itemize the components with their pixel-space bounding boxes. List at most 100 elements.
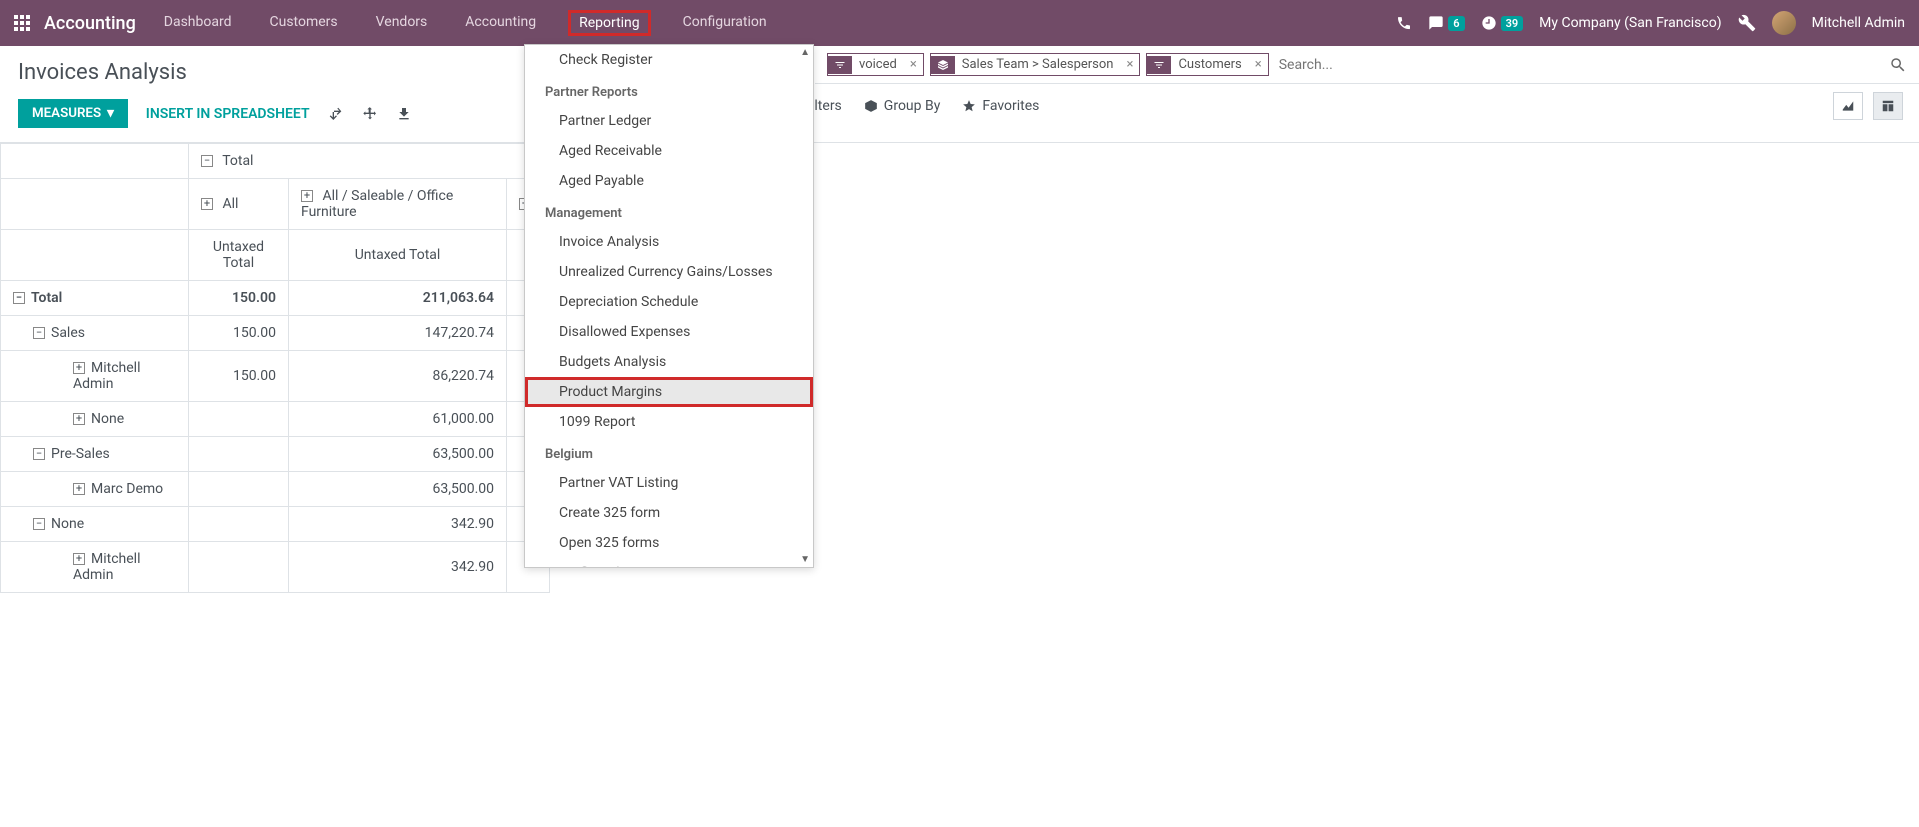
expand-icon[interactable]: + bbox=[73, 483, 85, 495]
dropdown-item[interactable]: Budgets Analysis bbox=[525, 347, 813, 377]
cell-value bbox=[189, 402, 289, 437]
collapse-icon[interactable]: − bbox=[13, 292, 25, 304]
filter-bar: ilters Group By Favorites bbox=[795, 84, 1919, 128]
flip-axis-icon[interactable] bbox=[328, 105, 344, 121]
cell-value: 211,063.64 bbox=[289, 281, 507, 316]
search-chip[interactable]: voiced× bbox=[827, 53, 924, 76]
collapse-icon[interactable]: − bbox=[33, 518, 45, 530]
insert-spreadsheet-button[interactable]: INSERT IN SPREADSHEET bbox=[146, 106, 310, 122]
chip-remove[interactable]: × bbox=[904, 57, 923, 72]
row-header[interactable]: −None bbox=[1, 507, 189, 542]
filters-button[interactable]: ilters bbox=[811, 98, 842, 114]
caret-down-icon: ▾ bbox=[107, 106, 114, 121]
cell-value bbox=[189, 472, 289, 507]
table-row: +None 61,000.00 bbox=[1, 402, 550, 437]
apps-grid-icon[interactable] bbox=[14, 15, 30, 31]
dropdown-item[interactable]: Check Register bbox=[525, 45, 813, 75]
expand-icon[interactable]: + bbox=[73, 413, 85, 425]
menu-dashboard[interactable]: Dashboard bbox=[158, 10, 238, 36]
menu-configuration[interactable]: Configuration bbox=[677, 10, 773, 36]
app-brand[interactable]: Accounting bbox=[44, 13, 136, 34]
chip-text: Customers bbox=[1171, 54, 1248, 75]
row-header[interactable]: −Total bbox=[1, 281, 189, 316]
table-row: +Mitchell Admin342.90 bbox=[1, 542, 550, 593]
row-header[interactable]: +Marc Demo bbox=[1, 472, 189, 507]
company-switcher[interactable]: My Company (San Francisco) bbox=[1539, 15, 1721, 31]
dropdown-item[interactable]: Unrealized Currency Gains/Losses bbox=[525, 257, 813, 287]
cell-value: 150.00 bbox=[189, 316, 289, 351]
filter-icon bbox=[1147, 56, 1171, 74]
graph-view-icon[interactable] bbox=[1833, 92, 1863, 120]
table-row: +Mitchell Admin150.0086,220.74 bbox=[1, 351, 550, 402]
row-header[interactable]: +None bbox=[1, 402, 189, 437]
chip-remove[interactable]: × bbox=[1121, 57, 1140, 72]
cell-value: 61,000.00 bbox=[289, 402, 507, 437]
cell-value: 150.00 bbox=[189, 351, 289, 402]
phone-icon[interactable] bbox=[1396, 15, 1412, 31]
dropdown-item[interactable]: 1099 Report bbox=[525, 407, 813, 437]
activities-badge: 39 bbox=[1501, 16, 1524, 31]
table-row: −None 342.90 bbox=[1, 507, 550, 542]
dropdown-item[interactable]: Partner Ledger bbox=[525, 106, 813, 136]
expand-icon[interactable]: + bbox=[201, 198, 213, 210]
row-header[interactable]: −Pre-Sales bbox=[1, 437, 189, 472]
dropdown-item[interactable]: Open 325 forms bbox=[525, 528, 813, 558]
dropdown-item[interactable]: Aged Payable bbox=[525, 166, 813, 196]
col-header[interactable]: All bbox=[222, 196, 238, 212]
row-header[interactable]: +Mitchell Admin bbox=[1, 351, 189, 402]
filter-icon bbox=[828, 56, 852, 74]
row-header[interactable]: +Mitchell Admin bbox=[1, 542, 189, 593]
scroll-up-arrow[interactable]: ▲ bbox=[800, 47, 810, 58]
favorites-button[interactable]: Favorites bbox=[962, 98, 1039, 114]
user-name[interactable]: Mitchell Admin bbox=[1812, 15, 1905, 31]
dropdown-item[interactable]: Invoice Analysis bbox=[525, 227, 813, 257]
dropdown-item[interactable]: Disallowed Expenses bbox=[525, 317, 813, 347]
cell-value: 342.90 bbox=[289, 507, 507, 542]
menu-vendors[interactable]: Vendors bbox=[370, 10, 434, 36]
search-chip[interactable]: Customers× bbox=[1146, 53, 1268, 76]
cell-value: 63,500.00 bbox=[289, 437, 507, 472]
table-row: −Total150.00211,063.64 bbox=[1, 281, 550, 316]
cell-value bbox=[189, 437, 289, 472]
pivot-view-icon[interactable] bbox=[1873, 92, 1903, 120]
sub-header: Untaxed Total bbox=[189, 230, 289, 281]
dropdown-section-header: Belgium bbox=[525, 437, 813, 468]
collapse-icon[interactable]: − bbox=[33, 327, 45, 339]
menu-reporting[interactable]: Reporting bbox=[568, 10, 651, 36]
cell-value bbox=[189, 507, 289, 542]
groupby-button[interactable]: Group By bbox=[864, 98, 941, 114]
col-header[interactable]: All / Saleable / Office Furniture bbox=[301, 188, 453, 220]
dropdown-item[interactable]: Profit and Loss test bbox=[525, 558, 813, 568]
chip-remove[interactable]: × bbox=[1249, 57, 1268, 72]
activities-icon[interactable]: 39 bbox=[1481, 15, 1524, 31]
table-row: +Marc Demo63,500.00 bbox=[1, 472, 550, 507]
cell-value: 150.00 bbox=[189, 281, 289, 316]
debug-icon[interactable] bbox=[1738, 14, 1756, 32]
dropdown-section-header: Partner Reports bbox=[525, 75, 813, 106]
dropdown-item[interactable]: Depreciation Schedule bbox=[525, 287, 813, 317]
row-header[interactable]: −Sales bbox=[1, 316, 189, 351]
collapse-icon[interactable]: − bbox=[201, 155, 213, 167]
menu-accounting[interactable]: Accounting bbox=[459, 10, 542, 36]
col-header-total[interactable]: Total bbox=[222, 153, 253, 169]
measures-button[interactable]: MEASURES ▾ bbox=[18, 99, 128, 128]
expand-icon[interactable]: + bbox=[73, 362, 85, 374]
menu-customers[interactable]: Customers bbox=[264, 10, 344, 36]
dropdown-item[interactable]: Product Margins bbox=[525, 377, 813, 407]
dropdown-item[interactable]: Create 325 form bbox=[525, 498, 813, 528]
dropdown-item[interactable]: Partner VAT Listing bbox=[525, 468, 813, 498]
messages-icon[interactable]: 6 bbox=[1428, 15, 1464, 31]
user-avatar[interactable] bbox=[1772, 11, 1796, 35]
search-chip[interactable]: Sales Team > Salesperson× bbox=[930, 53, 1141, 76]
search-input[interactable] bbox=[1275, 53, 1883, 77]
dropdown-item[interactable]: Aged Receivable bbox=[525, 136, 813, 166]
expand-all-icon[interactable] bbox=[362, 105, 378, 121]
download-icon[interactable] bbox=[396, 105, 412, 121]
collapse-icon[interactable]: − bbox=[33, 448, 45, 460]
expand-icon[interactable]: + bbox=[301, 190, 313, 202]
expand-icon[interactable]: + bbox=[73, 553, 85, 565]
messages-badge: 6 bbox=[1448, 16, 1464, 31]
cell-value: 147,220.74 bbox=[289, 316, 507, 351]
search-icon[interactable] bbox=[1889, 56, 1907, 74]
cell-value: 86,220.74 bbox=[289, 351, 507, 402]
